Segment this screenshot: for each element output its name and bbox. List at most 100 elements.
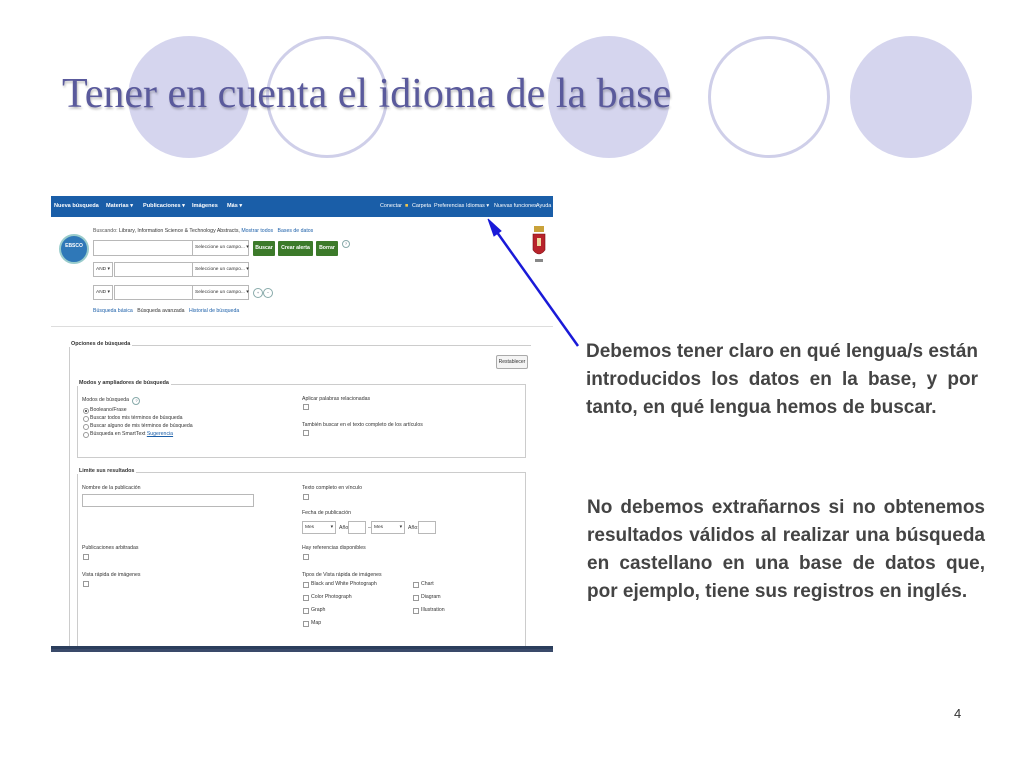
show-all-link[interactable]: Mostrar todos — [241, 228, 273, 234]
refereed-label: Publicaciones arbitradas — [82, 545, 139, 551]
section-divider — [51, 326, 553, 327]
image-type-color-label: Color Photograph — [311, 594, 352, 600]
image-type-bw-checkbox[interactable] — [303, 582, 309, 588]
mode-radio-any[interactable] — [83, 424, 89, 430]
search-button[interactable]: Buscar — [253, 241, 275, 256]
nav-languages[interactable]: Idiomas ▾ — [466, 203, 489, 209]
pub-date-label: Fecha de publicación — [302, 510, 352, 516]
paragraph-language-awareness: Debemos tener claro en qué lengua/s está… — [586, 341, 978, 418]
image-type-graph-checkbox[interactable] — [303, 608, 309, 614]
nav-new-search[interactable]: Nueva búsqueda — [54, 203, 99, 209]
search-input-1[interactable] — [93, 240, 193, 256]
mode-label-all: Buscar todos mis términos de búsqueda — [90, 415, 183, 421]
smarttext-hint-link[interactable]: Sugerencia — [147, 431, 173, 437]
image-types-label: Tipos de Vista rápida de imágenes — [302, 572, 382, 578]
nav-help[interactable]: Ayuda — [536, 203, 551, 209]
also-fulltext-label: También buscar en el texto completo de l… — [302, 422, 423, 428]
nav-more[interactable]: Más ▾ — [227, 203, 242, 209]
searching-label: Buscando: — [93, 228, 118, 234]
mode-radio-boolean[interactable] — [83, 408, 89, 414]
field-select-1[interactable]: Seleccione un campo... ▾ — [192, 240, 249, 256]
ebsco-logo — [59, 234, 89, 264]
image-quick-label: Vista rápida de imágenes — [82, 572, 141, 578]
searching-line: Buscando: Library, Information Science &… — [93, 228, 313, 234]
refereed-checkbox[interactable] — [83, 554, 89, 560]
search-links: Búsqueda básica Búsqueda avanzada Histor… — [93, 308, 239, 314]
nav-publications[interactable]: Publicaciones ▾ — [143, 203, 185, 209]
create-alert-button[interactable]: Crear alerta — [278, 241, 313, 256]
month-to-caret-icon: ▾ — [399, 525, 402, 530]
searching-database: Library, Information Science & Technolog… — [118, 228, 240, 234]
remove-row-icon[interactable]: − — [263, 288, 273, 298]
mode-radio-all[interactable] — [83, 416, 89, 422]
ebsco-screenshot: Nueva búsqueda Materias ▾ Publicaciones … — [51, 196, 553, 652]
decorative-circle-4 — [708, 36, 830, 158]
refs-available-label: Hay referencias disponibles — [302, 545, 366, 551]
month-from-select[interactable]: Mes ▾ — [302, 521, 336, 534]
pub-name-label: Nombre de la publicación — [82, 485, 141, 491]
clear-button[interactable]: Borrar — [316, 241, 338, 256]
advanced-search-link[interactable]: Búsqueda avanzada — [137, 308, 184, 314]
slide-number: 4 — [954, 706, 962, 721]
month-from-caret-icon: ▾ — [330, 525, 333, 530]
nav-new-features[interactable]: Nuevas funciones — [494, 203, 537, 209]
screenshot-bottom-strip — [51, 646, 553, 649]
image-type-graph-label: Graph — [311, 607, 326, 613]
fulltext-link-label: Texto completo en vínculo — [302, 485, 362, 491]
fulltext-link-checkbox[interactable] — [303, 494, 309, 500]
ebsco-top-nav: Nueva búsqueda Materias ▾ Publicaciones … — [51, 196, 553, 217]
image-type-illustration-label: Illustration — [421, 607, 445, 613]
bool-select-2[interactable]: AND ▾ — [93, 262, 113, 277]
slide-title: Tener en cuenta el idioma de la base — [62, 71, 672, 117]
mode-radio-smarttext[interactable] — [83, 432, 89, 438]
crest-icon — [532, 226, 546, 262]
image-type-diagram-label: Diagram — [421, 594, 441, 600]
also-fulltext-checkbox[interactable] — [303, 430, 309, 436]
add-row-icon[interactable]: + — [253, 288, 263, 298]
search-history-link[interactable]: Historial de búsqueda — [189, 308, 239, 314]
image-type-map-checkbox[interactable] — [303, 621, 309, 627]
year-from-input[interactable] — [348, 521, 366, 534]
search-input-2[interactable] — [114, 262, 193, 277]
limits-title: Limite sus resultados — [77, 468, 137, 474]
decorative-circle-5 — [850, 36, 972, 158]
mode-label-smarttext: Búsqueda en SmartText — [90, 431, 146, 437]
image-type-bw-label: Black and White Photograph — [311, 581, 377, 587]
apply-related-label: Aplicar palabras relacionadas — [302, 396, 371, 402]
choose-databases-link[interactable]: Bases de datos — [278, 228, 314, 234]
modes-label-text: Modos de búsqueda — [82, 397, 130, 403]
field-select-2[interactable]: Seleccione un campo... ▾ — [192, 262, 249, 277]
nav-sign-in[interactable]: Conectar — [380, 203, 402, 209]
modes-title: Modos y ampliadores de búsqueda — [77, 380, 171, 386]
pub-name-input[interactable] — [82, 494, 254, 507]
folder-icon[interactable]: ■ — [405, 203, 408, 209]
nav-images[interactable]: Imágenes — [192, 203, 218, 209]
basic-search-link[interactable]: Búsqueda básica — [93, 308, 133, 314]
month-to-select[interactable]: Mes ▾ — [371, 521, 405, 534]
image-type-illustration-checkbox[interactable] — [413, 608, 419, 614]
image-type-color-checkbox[interactable] — [303, 595, 309, 601]
nav-folder[interactable]: Carpeta — [412, 203, 431, 209]
year-to-input[interactable] — [418, 521, 436, 534]
apply-related-checkbox[interactable] — [303, 404, 309, 410]
image-type-chart-label: Chart — [421, 581, 434, 587]
help-icon[interactable]: ? — [342, 240, 350, 248]
bool-select-3[interactable]: AND ▾ — [93, 285, 113, 300]
reset-button[interactable]: Restablecer — [496, 355, 528, 369]
nav-subjects[interactable]: Materias ▾ — [106, 203, 133, 209]
modes-label: Modos de búsqueda ? — [82, 396, 141, 405]
image-type-map-label: Map — [311, 620, 322, 626]
month-from-value: Mes — [305, 525, 315, 530]
nav-preferences[interactable]: Preferencias — [434, 203, 464, 209]
mode-label-boolean: Booleano/Frase — [90, 407, 127, 413]
image-quick-checkbox[interactable] — [83, 581, 89, 587]
field-select-3[interactable]: Seleccione un campo... ▾ — [192, 285, 249, 300]
search-input-3[interactable] — [114, 285, 193, 300]
month-to-value: Mes — [374, 525, 384, 530]
mode-label-any: Buscar alguno de mis términos de búsqued… — [90, 423, 193, 429]
mode-label-smarttext-row: Búsqueda en SmartText Sugerencia — [90, 431, 173, 437]
search-options-title: Opciones de búsqueda — [69, 341, 133, 347]
refs-available-checkbox[interactable] — [303, 554, 309, 560]
image-type-chart-checkbox[interactable] — [413, 582, 419, 588]
image-type-diagram-checkbox[interactable] — [413, 595, 419, 601]
